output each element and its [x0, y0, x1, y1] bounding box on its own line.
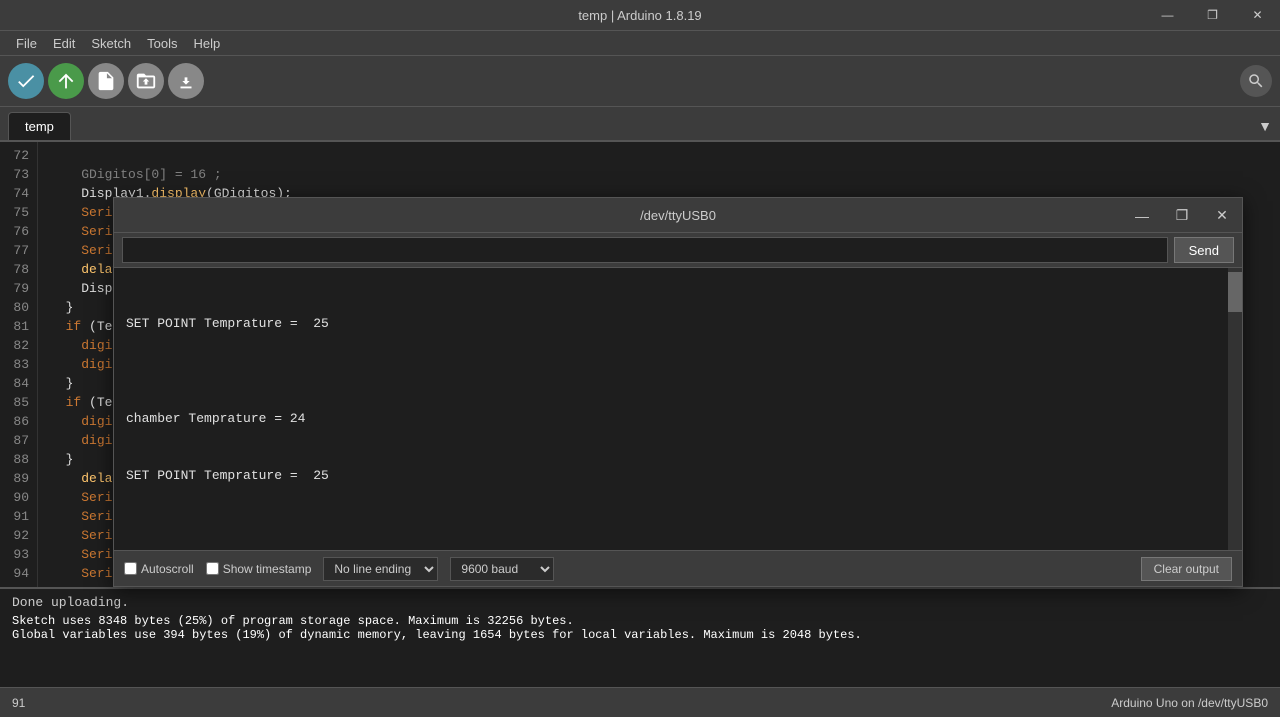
line-column-indicator: 91 [12, 696, 25, 710]
serial-scrollbar-thumb[interactable] [1228, 272, 1242, 312]
maximize-button[interactable]: ❐ [1190, 0, 1235, 30]
title-bar: temp | Arduino 1.8.19 — ❐ ✕ [0, 0, 1280, 30]
line-ending-select[interactable]: No line ending Newline Carriage return B… [323, 557, 438, 581]
serial-input-field[interactable] [122, 237, 1168, 263]
tab-dropdown-arrow[interactable]: ▼ [1258, 118, 1272, 134]
menu-sketch[interactable]: Sketch [83, 31, 139, 56]
serial-minimize-button[interactable]: — [1122, 198, 1162, 233]
save-button[interactable] [168, 63, 204, 99]
baud-rate-select-wrap: 300 baud 1200 baud 2400 baud 4800 baud 9… [450, 557, 554, 581]
serial-input-bar: Send [114, 233, 1242, 268]
upload-button[interactable] [48, 63, 84, 99]
open-button[interactable] [128, 63, 164, 99]
status-bar: 91 Arduino Uno on /dev/ttyUSB0 [0, 687, 1280, 717]
serial-output-line: SET POINT Temprature = 25 [126, 466, 1230, 485]
menu-bar: File Edit Sketch Tools Help [0, 30, 1280, 55]
serial-scrollbar[interactable] [1228, 268, 1242, 550]
verify-button[interactable] [8, 63, 44, 99]
window-controls: — ❐ ✕ [1145, 0, 1280, 30]
output-line-2: Global variables use 394 bytes (19%) of … [12, 628, 1268, 642]
menu-tools[interactable]: Tools [139, 31, 185, 56]
show-timestamp-text: Show timestamp [223, 562, 312, 576]
tab-bar: temp ▼ [0, 107, 1280, 142]
show-timestamp-label[interactable]: Show timestamp [206, 562, 312, 576]
show-timestamp-checkbox[interactable] [206, 562, 219, 575]
output-area: Done uploading. Sketch uses 8348 bytes (… [0, 587, 1280, 687]
autoscroll-text: Autoscroll [141, 562, 194, 576]
menu-help[interactable]: Help [185, 31, 228, 56]
serial-output-line: chamber Temprature = 24 [126, 409, 1230, 428]
serial-send-button[interactable]: Send [1174, 237, 1234, 263]
output-line-1: Sketch uses 8348 bytes (25%) of program … [12, 614, 1268, 628]
line-ending-select-wrap: No line ending Newline Carriage return B… [323, 557, 438, 581]
done-uploading-text: Done uploading. [12, 595, 1268, 610]
toolbar [0, 55, 1280, 107]
autoscroll-label[interactable]: Autoscroll [124, 562, 194, 576]
serial-maximize-button[interactable]: ❐ [1162, 198, 1202, 233]
app-title: temp | Arduino 1.8.19 [578, 8, 701, 23]
serial-monitor-dialog: /dev/ttyUSB0 — ❐ ✕ Send SET POINT Tempra… [113, 197, 1243, 587]
clear-output-button[interactable]: Clear output [1141, 557, 1232, 581]
tab-temp[interactable]: temp [8, 112, 71, 140]
new-button[interactable] [88, 63, 124, 99]
menu-edit[interactable]: Edit [45, 31, 83, 56]
serial-bottom-bar: Autoscroll Show timestamp No line ending… [114, 550, 1242, 586]
board-info: Arduino Uno on /dev/ttyUSB0 [1111, 696, 1268, 710]
minimize-button[interactable]: — [1145, 0, 1190, 30]
serial-monitor-controls: — ❐ ✕ [1122, 198, 1242, 233]
close-button[interactable]: ✕ [1235, 0, 1280, 30]
serial-close-button[interactable]: ✕ [1202, 198, 1242, 233]
serial-output-line: SET POINT Temprature = 25 [126, 314, 1230, 333]
line-numbers: 72 73 74 75 76 77 78 79 80 81 82 83 84 8… [0, 142, 38, 587]
serial-monitor-title: /dev/ttyUSB0 [640, 208, 716, 223]
baud-rate-select[interactable]: 300 baud 1200 baud 2400 baud 4800 baud 9… [450, 557, 554, 581]
autoscroll-checkbox[interactable] [124, 562, 137, 575]
serial-monitor-title-bar: /dev/ttyUSB0 — ❐ ✕ [114, 198, 1242, 233]
menu-file[interactable]: File [8, 31, 45, 56]
serial-output-area: SET POINT Temprature = 25 chamber Tempra… [114, 268, 1242, 550]
search-button[interactable] [1240, 65, 1272, 97]
